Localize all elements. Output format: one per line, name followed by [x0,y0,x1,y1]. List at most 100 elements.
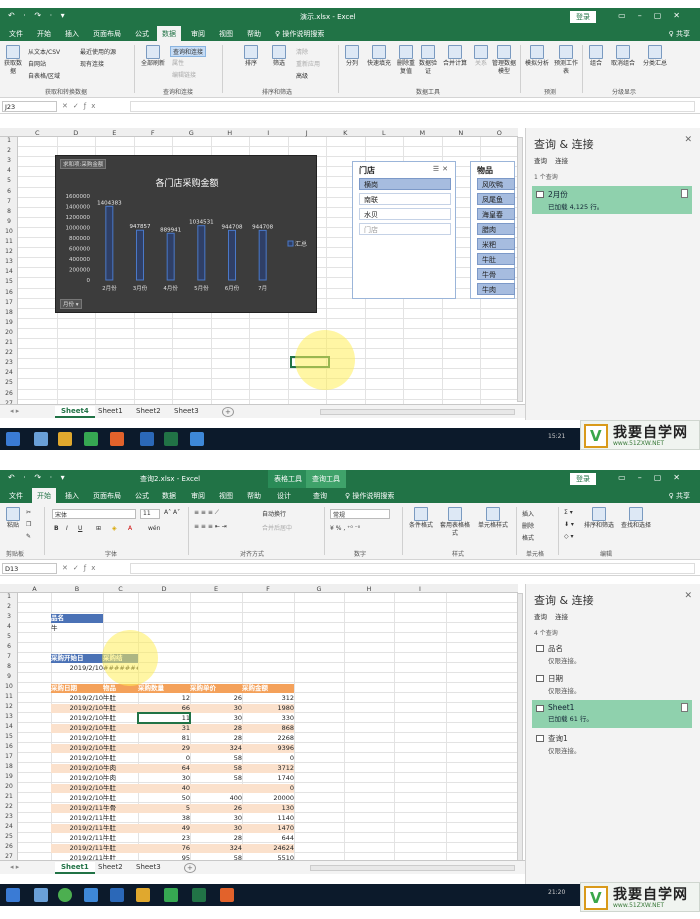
remove-duplicates-button[interactable]: 删除重复值 [396,45,416,76]
row-header[interactable]: 15 [0,733,18,740]
row-header[interactable]: 9 [0,673,18,680]
table-cell[interactable]: 400 [190,794,242,803]
window-controls[interactable]: ▭–▢✕ [618,473,692,482]
column-header[interactable]: I [394,585,446,593]
group-button[interactable]: 组合 [586,45,606,68]
tab-home[interactable]: 开始 [32,28,56,40]
column-header[interactable]: N [442,129,481,137]
table-cell[interactable]: 312 [242,694,294,703]
row-header[interactable]: 10 [0,683,18,690]
tab-insert[interactable]: 插入 [60,490,84,502]
slicer-item[interactable]: 牛肉 [477,283,515,295]
recorder-icon[interactable] [220,888,234,902]
table-cell[interactable]: 5 [138,803,190,813]
advanced-button[interactable]: 高级 [296,71,308,80]
table-cell[interactable]: 20000 [242,794,294,803]
chart-bar[interactable] [105,205,114,281]
wps-icon[interactable] [140,432,154,446]
number-format-icons[interactable]: ¥ % , ⁺⁰ ⁻⁰ [330,525,360,532]
from-table-button[interactable]: 自表格/区域 [28,71,60,80]
windows-start-icon[interactable] [6,888,20,902]
slicer-item[interactable]: 横岗 [359,178,451,190]
name-box[interactable]: J23 [2,101,57,112]
row-header[interactable]: 12 [0,248,18,255]
table-cell[interactable]: 330 [242,714,294,723]
query-item[interactable]: 日期 仅限连接。 [532,670,692,698]
tab-file[interactable]: 文件 [4,28,28,40]
merge-center-button[interactable]: 合并后居中 [262,523,292,532]
table-cell[interactable]: 2019/2/10 [51,734,103,743]
browser-icon[interactable] [58,888,72,902]
table-header[interactable]: 采购日期 [51,683,103,693]
table-cell[interactable]: 2019/2/11 [51,823,103,833]
row-header[interactable]: 25 [0,833,18,840]
table-cell[interactable]: 26 [190,694,242,703]
camtasia-icon[interactable] [164,888,178,902]
add-sheet-button[interactable]: + [184,863,196,873]
queries-connections-button[interactable]: 查询和连接 [170,46,207,57]
share-button[interactable]: ♀ 共享 [669,491,690,501]
phonetic-icon[interactable]: wén [148,525,160,532]
column-header[interactable]: L [365,129,404,137]
table-cell[interactable]: 1980 [242,703,294,713]
what-if-button[interactable]: 模拟分析 [524,45,550,68]
row-header[interactable]: 16 [0,743,18,750]
row-header[interactable]: 20 [0,329,18,336]
sort-filter-button[interactable]: 排序和筛选 [582,507,616,530]
slicer-item[interactable]: 门店 [359,223,451,235]
table-header[interactable]: 采购金额 [242,683,294,693]
table-cell[interactable]: 2268 [242,734,294,743]
table-cell[interactable]: 牛肚 [103,834,138,843]
excel-taskbar-icon[interactable] [192,888,206,902]
row-header[interactable]: 22 [0,349,18,356]
row-header[interactable]: 19 [0,773,18,780]
table-cell[interactable]: 牛肚 [103,714,138,723]
table-cell[interactable]: 50 [138,794,190,803]
tab-view[interactable]: 视图 [214,28,238,40]
slicer-store[interactable]: 门店 ☰✕ 横岗 南联 水贝 门店 [352,161,456,299]
active-cell[interactable] [137,712,191,724]
table-cell[interactable]: 牛肉 [103,774,138,783]
tab-page-layout[interactable]: 页面布局 [88,28,126,40]
table-cell[interactable]: 2019/2/10 [51,763,103,773]
row-header[interactable]: 20 [0,783,18,790]
insert-cells-button[interactable]: 插入 [522,509,534,518]
table-cell[interactable]: 牛肚 [103,823,138,833]
sheet-tab[interactable]: Sheet1 [92,406,129,416]
row-header[interactable]: 24 [0,369,18,376]
tab-view[interactable]: 视图 [214,490,238,502]
table-cell[interactable]: 牛肚 [103,703,138,713]
table-cell[interactable]: 23 [138,834,190,843]
fill-icon[interactable]: ⬇ ▾ [564,521,574,528]
column-header[interactable]: E [190,585,242,593]
font-name-select[interactable]: 宋体 [52,509,136,519]
horizontal-scrollbar[interactable] [320,409,515,415]
row-header[interactable]: 1 [0,593,18,600]
sheet-tab[interactable]: Sheet1 [55,862,95,874]
table-cell[interactable]: 牛肚 [103,754,138,763]
cortana-icon[interactable] [34,432,48,446]
slicer-multiselect-clear-icon[interactable]: ☰✕ [433,165,451,173]
slicer-item[interactable]: 风吹鸭 [477,178,515,190]
file-explorer-icon[interactable] [58,432,72,446]
row-header[interactable]: 4 [0,167,18,174]
tab-home[interactable]: 开始 [32,488,56,503]
row-header[interactable]: 8 [0,663,18,670]
filter-table-header[interactable]: 品名 [51,613,103,623]
table-cell[interactable]: 30 [190,714,242,723]
tab-insert[interactable]: 插入 [60,28,84,40]
row-header[interactable]: 22 [0,803,18,810]
relationships-button[interactable]: 关系 [472,45,490,68]
row-header[interactable]: 2 [0,603,18,610]
vertical-scrollbar[interactable] [517,593,523,861]
table-cell[interactable]: 324 [190,843,242,853]
share-button[interactable]: ♀ 共享 [669,29,690,39]
slicer-item[interactable]: 米粑 [477,238,515,250]
wps-icon[interactable] [110,888,124,902]
column-header[interactable]: H [211,129,250,137]
table-cell[interactable]: 58 [190,754,242,763]
table-cell[interactable]: 868 [242,723,294,733]
flash-fill-button[interactable]: 快速填充 [364,45,394,68]
qq-icon[interactable] [84,888,98,902]
table-cell[interactable]: 2019/2/10 [51,723,103,733]
